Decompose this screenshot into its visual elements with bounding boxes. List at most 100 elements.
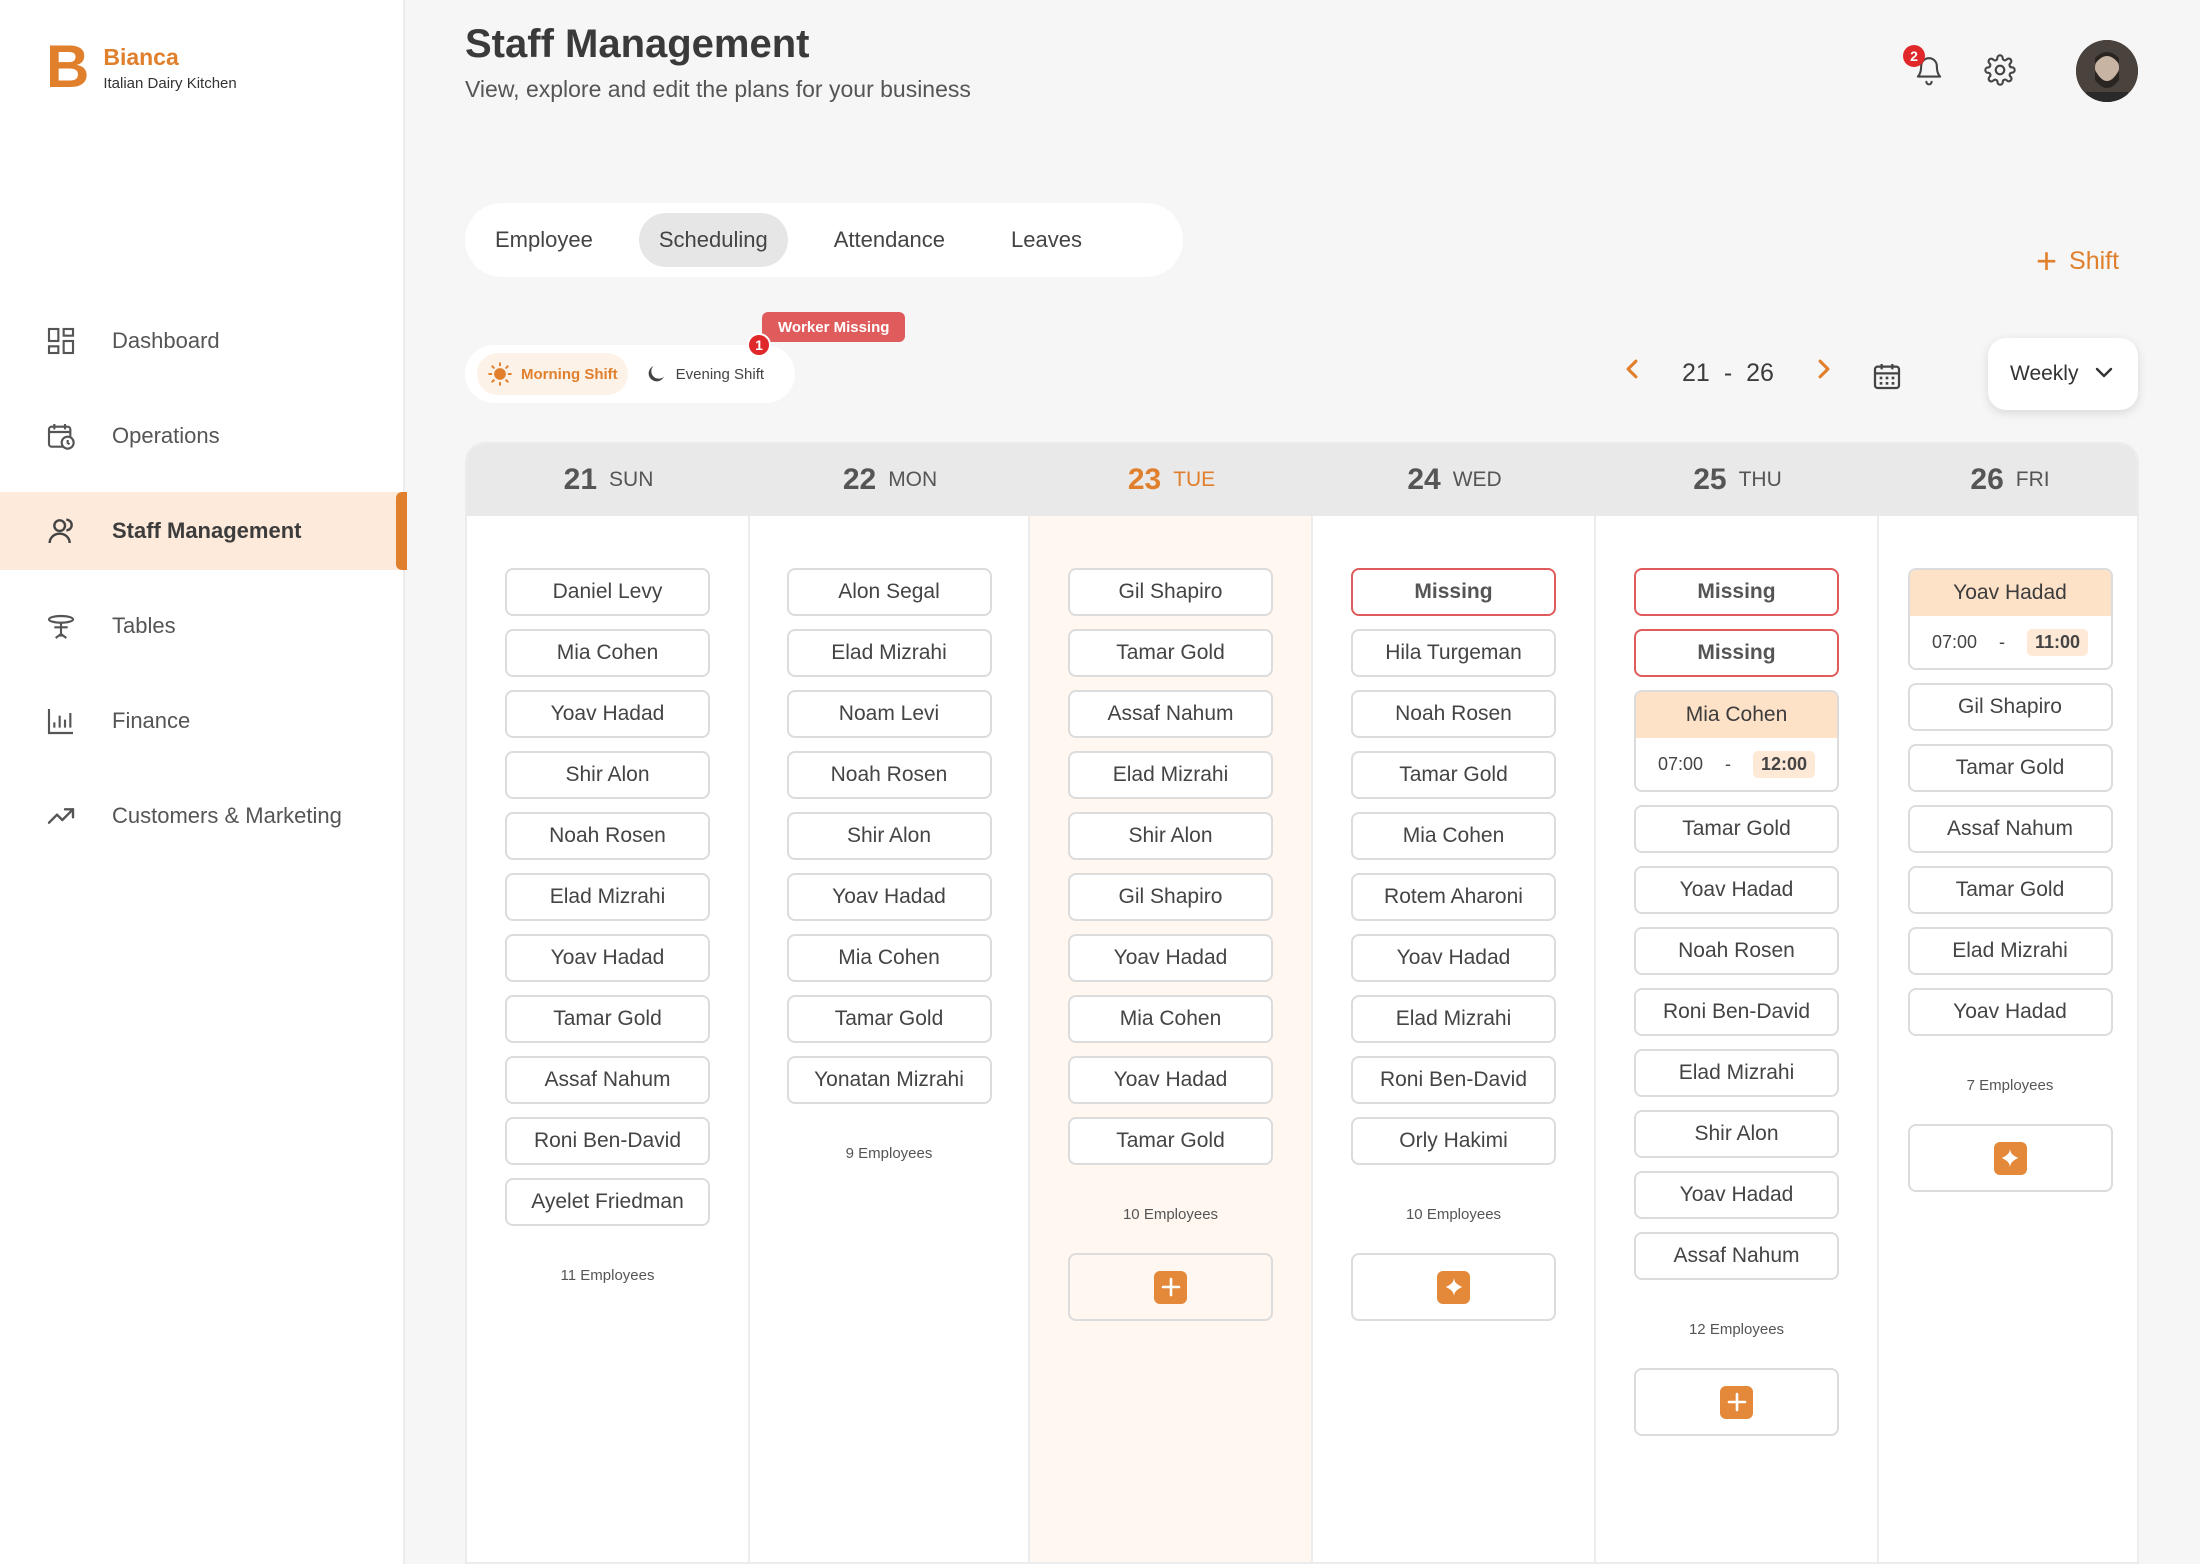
sidebar-item-staff-management[interactable]: Staff Management <box>0 492 407 570</box>
shift-chip[interactable]: Tamar Gold <box>1068 629 1273 677</box>
shift-chip[interactable]: Yoav Hadad <box>505 690 710 738</box>
shift-chip[interactable]: Daniel Levy <box>505 568 710 616</box>
add-shift-button[interactable]: + Shift <box>2036 240 2119 281</box>
shift-chip[interactable]: Noah Rosen <box>1634 927 1839 975</box>
tab-bar: Employee Scheduling Attendance Leaves <box>465 203 1183 277</box>
auto-assign-button[interactable] <box>1907 1124 2113 1192</box>
shift-chip[interactable]: Elad Mizrahi <box>1351 995 1556 1043</box>
missing-slot[interactable]: Missing <box>1634 629 1839 677</box>
shift-chip[interactable]: Yoav Hadad <box>1907 988 2113 1036</box>
shift-end-time[interactable]: 12:00 <box>1753 750 1816 778</box>
tab-scheduling[interactable]: Scheduling <box>638 213 788 267</box>
shift-chip[interactable]: Roni Ben-David <box>1351 1056 1556 1104</box>
sidebar-item-customers-marketing[interactable]: Customers & Marketing <box>0 777 405 855</box>
sidebar-item-finance[interactable]: Finance <box>0 682 405 760</box>
shift-chip[interactable]: Elad Mizrahi <box>1634 1049 1839 1097</box>
employee-count: 9 Employees <box>846 1145 933 1162</box>
view-select[interactable]: Weekly <box>1988 338 2138 410</box>
shift-chip[interactable]: Assaf Nahum <box>1634 1232 1839 1280</box>
evening-shift-option[interactable]: Evening Shift <box>634 353 774 395</box>
calendar-icon[interactable] <box>1871 360 1903 397</box>
shift-chip[interactable]: Assaf Nahum <box>1907 805 2113 853</box>
user-avatar[interactable] <box>2076 40 2138 102</box>
shift-chip[interactable]: Yoav Hadad <box>1351 934 1556 982</box>
shift-chip[interactable]: Shir Alon <box>786 812 992 860</box>
shift-chip[interactable]: Noah Rosen <box>505 812 710 860</box>
sidebar-item-label: Operations <box>112 423 220 448</box>
shift-chip[interactable]: Yoav Hadad <box>505 934 710 982</box>
employee-count-label: Employees <box>1426 1206 1502 1223</box>
calendar-clock-icon <box>44 419 78 453</box>
shift-chip[interactable]: Gil Shapiro <box>1068 568 1273 616</box>
trend-up-icon <box>44 799 78 833</box>
shift-chip[interactable]: Elad Mizrahi <box>505 873 710 921</box>
shift-start-time: 07:00 <box>1931 631 1977 652</box>
shift-chip[interactable]: Yoav Hadad <box>1068 1056 1273 1104</box>
shift-chip[interactable]: Tamar Gold <box>1068 1117 1273 1165</box>
shift-chip[interactable]: Rotem Aharoni <box>1351 873 1556 921</box>
sidebar-nav: Dashboard Operations Staff Management Table… <box>0 302 407 872</box>
sidebar-item-dashboard[interactable]: Dashboard <box>0 302 405 380</box>
shift-chip[interactable]: Tamar Gold <box>786 995 992 1043</box>
shift-chip[interactable]: Tamar Gold <box>505 995 710 1043</box>
shift-chip[interactable]: Yonatan Mizrahi <box>786 1056 992 1104</box>
day-number: 21 <box>563 463 598 496</box>
shift-chip[interactable]: Yoav Hadad <box>1068 934 1273 982</box>
tab-employee[interactable]: Employee <box>475 213 613 267</box>
shift-chip[interactable]: Gil Shapiro <box>1068 873 1273 921</box>
shift-chip[interactable]: Yoav Hadad <box>1634 1171 1839 1219</box>
missing-slot[interactable]: Missing <box>1634 568 1839 616</box>
shift-chip[interactable]: Shir Alon <box>1634 1110 1839 1158</box>
tab-leaves[interactable]: Leaves <box>991 213 1102 267</box>
shift-chip[interactable]: Mia Cohen <box>1351 812 1556 860</box>
shift-chip[interactable]: Noah Rosen <box>1351 690 1556 738</box>
shift-chip[interactable]: Elad Mizrahi <box>786 629 992 677</box>
shift-chip[interactable]: Hila Turgeman <box>1351 629 1556 677</box>
shift-chip[interactable]: Tamar Gold <box>1351 751 1556 799</box>
shift-end-time[interactable]: 11:00 <box>2027 628 2089 656</box>
shift-chip[interactable]: Tamar Gold <box>1634 805 1839 853</box>
shift-chip[interactable]: Yoav Hadad <box>1634 866 1839 914</box>
shift-chip[interactable]: Tamar Gold <box>1907 866 2113 914</box>
evening-shift-label: Evening Shift <box>675 365 765 383</box>
employee-count-value: 10 <box>1405 1206 1423 1223</box>
shift-chip[interactable]: Tamar Gold <box>1907 744 2113 792</box>
shift-chip-expanded[interactable]: Mia Cohen 07:00 - 12:00 <box>1634 690 1839 792</box>
shift-chip[interactable]: Assaf Nahum <box>1068 690 1273 738</box>
tab-attendance[interactable]: Attendance <box>814 213 965 267</box>
shift-chip[interactable]: Mia Cohen <box>786 934 992 982</box>
shift-chip[interactable]: Yoav Hadad <box>786 873 992 921</box>
sidebar-item-operations[interactable]: Operations <box>0 397 405 475</box>
shift-chip[interactable]: Ayelet Friedman <box>505 1178 710 1226</box>
next-week-button[interactable] <box>1810 356 1838 390</box>
add-employee-button[interactable] <box>1068 1253 1273 1321</box>
brand[interactable]: B Bianca Italian Dairy Kitchen <box>46 37 237 97</box>
sidebar: B Bianca Italian Dairy Kitchen Dashboard… <box>0 0 407 1564</box>
shift-time-sep: - <box>1999 631 2005 652</box>
missing-slot[interactable]: Missing <box>1351 568 1556 616</box>
shift-chip[interactable]: Roni Ben-David <box>1634 988 1839 1036</box>
day-number: 23 <box>1127 463 1162 496</box>
shift-chip[interactable]: Noam Levi <box>786 690 992 738</box>
shift-chip[interactable]: Noah Rosen <box>786 751 992 799</box>
shift-chip[interactable]: Orly Hakimi <box>1351 1117 1556 1165</box>
shift-chip[interactable]: Mia Cohen <box>505 629 710 677</box>
plus-icon: + <box>2036 240 2058 281</box>
shift-time: 07:00 - 11:00 <box>1910 616 2111 668</box>
sidebar-item-tables[interactable]: Tables <box>0 587 405 665</box>
morning-shift-option[interactable]: Morning Shift <box>477 353 628 395</box>
shift-chip[interactable]: Elad Mizrahi <box>1907 927 2113 975</box>
shift-chip[interactable]: Roni Ben-David <box>505 1117 710 1165</box>
shift-chip[interactable]: Shir Alon <box>505 751 710 799</box>
auto-assign-button[interactable] <box>1351 1253 1556 1321</box>
prev-week-button[interactable] <box>1618 356 1646 390</box>
shift-chip-expanded[interactable]: Yoav Hadad 07:00 - 11:00 <box>1907 568 2113 670</box>
shift-chip[interactable]: Mia Cohen <box>1068 995 1273 1043</box>
shift-chip[interactable]: Gil Shapiro <box>1907 683 2113 731</box>
gear-icon[interactable] <box>1982 52 2018 88</box>
shift-chip[interactable]: Elad Mizrahi <box>1068 751 1273 799</box>
shift-chip[interactable]: Shir Alon <box>1068 812 1273 860</box>
add-employee-button[interactable] <box>1634 1368 1839 1436</box>
shift-chip[interactable]: Assaf Nahum <box>505 1056 710 1104</box>
shift-chip[interactable]: Alon Segal <box>786 568 992 616</box>
